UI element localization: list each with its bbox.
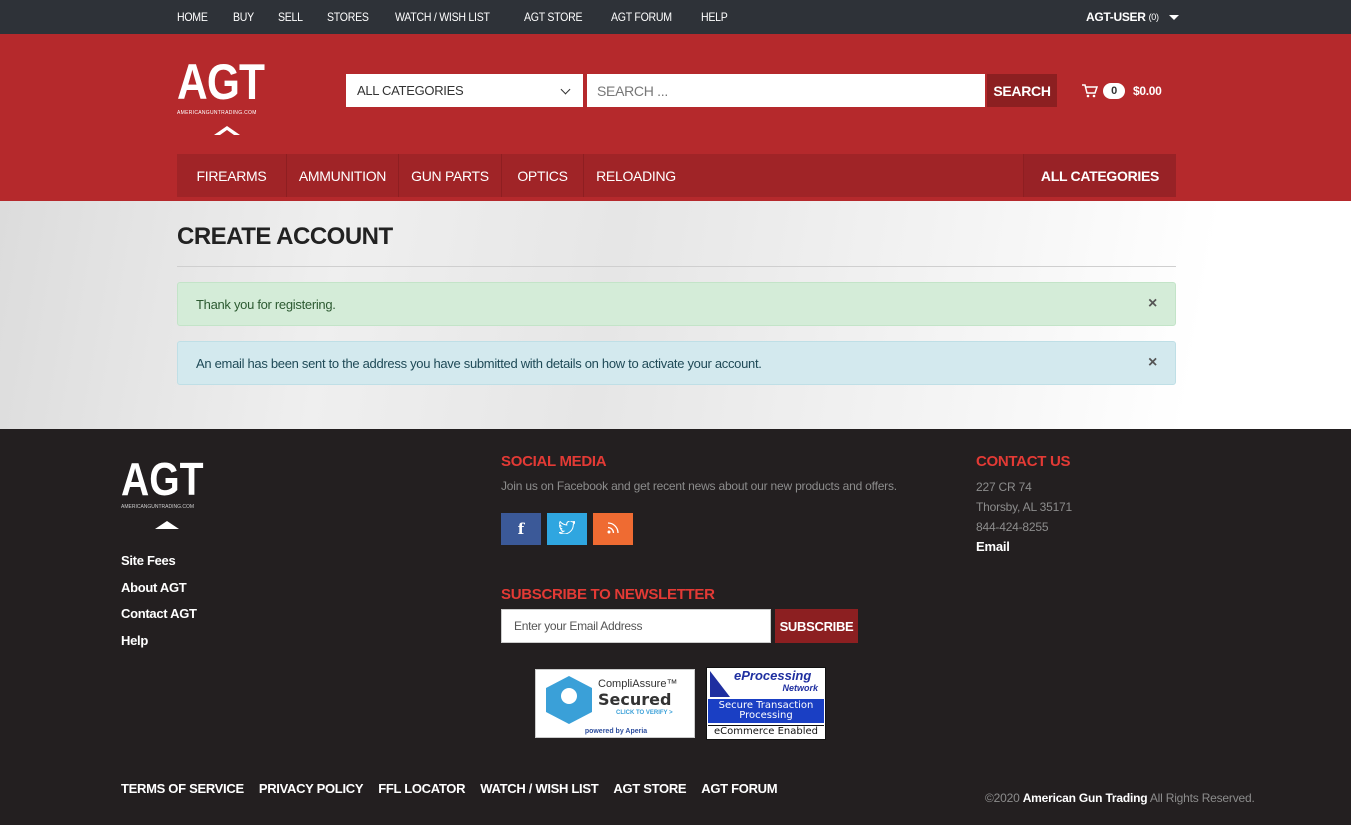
category-select-value: ALL CATEGORIES: [357, 83, 464, 98]
info-alert-text: An email has been sent to the address yo…: [196, 355, 762, 371]
eprocessing-name: eProcessing: [734, 668, 812, 683]
footer-links: Site Fees About AGT Contact AGT Help: [121, 553, 197, 659]
newsletter-title: SUBSCRIBE TO NEWSLETTER: [501, 586, 715, 603]
compliassure-secured: Secured: [598, 690, 672, 709]
user-name: AGT-USER: [1086, 10, 1146, 24]
user-menu[interactable]: AGT-USER (0): [1086, 0, 1179, 34]
footer-logo-text: AGT: [121, 453, 204, 505]
logo-chevron-icon: [214, 126, 240, 135]
email-link[interactable]: Email: [976, 537, 1072, 557]
user-count: (0): [1148, 12, 1159, 22]
search-input[interactable]: SEARCH ...: [587, 74, 985, 107]
close-icon[interactable]: ×: [1148, 354, 1157, 372]
nav-ammunition[interactable]: AMMUNITION: [287, 154, 399, 197]
copyright-rights: All Rights Reserved.: [1149, 791, 1255, 805]
top-nav: HOME BUY SELL STORES WATCH / WISH LIST A…: [177, 0, 752, 34]
compliassure-shield-icon: [546, 676, 592, 724]
bottom-link-ffl-locator[interactable]: FFL LOCATOR: [378, 781, 465, 796]
newsletter-email-placeholder: Enter your Email Address: [514, 619, 643, 633]
caret-down-icon: [1168, 14, 1179, 20]
chevron-down-icon: [560, 84, 571, 95]
eprocessing-network: Network: [782, 683, 818, 693]
bottom-link-agt-store[interactable]: AGT STORE: [613, 781, 686, 796]
eprocessing-logo-icon: [710, 671, 730, 697]
twitter-button[interactable]: [547, 513, 587, 545]
footer-logo[interactable]: AGT AMERICANGUNTRADING.COM: [121, 451, 221, 533]
compliassure-powered: powered by Aperia: [584, 728, 648, 735]
compliassure-badge[interactable]: CompliAssure™ Secured CLICK TO VERIFY > …: [535, 669, 695, 738]
logo-text: AGT: [177, 54, 265, 110]
title-divider: [177, 266, 1176, 267]
logo-chevron-icon: [155, 521, 179, 529]
contact-us-title: CONTACT US: [976, 453, 1071, 470]
eprocessing-enabled: eCommerce Enabled: [708, 725, 824, 738]
cart-total: $0.00: [1133, 84, 1162, 98]
top-nav-help[interactable]: HELP: [701, 10, 728, 24]
eprocessing-secure: Secure Transaction Processing: [708, 699, 824, 723]
top-nav-sell[interactable]: SELL: [278, 10, 303, 24]
compliassure-brand: CompliAssure™: [598, 678, 678, 690]
cart-count-badge: 0: [1103, 83, 1125, 99]
cart-icon: [1082, 84, 1099, 98]
top-nav-watch-list[interactable]: WATCH / WISH LIST: [395, 10, 490, 24]
main-content: CREATE ACCOUNT Thank you for registering…: [0, 201, 1351, 429]
eprocessing-header: eProcessing Network: [708, 669, 824, 699]
bottom-link-terms[interactable]: TERMS OF SERVICE: [121, 781, 244, 796]
address-line-2: Thorsby, AL 35171: [976, 500, 1072, 514]
compliassure-verify: CLICK TO VERIFY >: [616, 710, 673, 716]
social-media-text: Join us on Facebook and get recent news …: [501, 479, 897, 493]
top-nav-agt-forum[interactable]: AGT FORUM: [611, 10, 672, 24]
contact-info: 227 CR 74 Thorsby, AL 35171 844-424-8255…: [976, 477, 1072, 557]
footer-link-about[interactable]: About AGT: [121, 580, 197, 607]
nav-gun-parts[interactable]: GUN PARTS: [399, 154, 502, 197]
social-buttons: f: [501, 513, 633, 545]
rss-icon: [607, 521, 619, 538]
social-media-title: SOCIAL MEDIA: [501, 453, 607, 470]
bottom-nav: TERMS OF SERVICE PRIVACY POLICY FFL LOCA…: [121, 781, 792, 796]
subscribe-button[interactable]: SUBSCRIBE: [775, 609, 858, 643]
top-nav-agt-store[interactable]: AGT STORE: [524, 10, 583, 24]
address-line-1: 227 CR 74: [976, 480, 1032, 494]
page-title: CREATE ACCOUNT: [177, 223, 393, 250]
eprocessing-badge[interactable]: eProcessing Network Secure Transaction P…: [706, 667, 826, 740]
copyright: ©2020 American Gun Trading All Rights Re…: [985, 791, 1255, 805]
search-placeholder: SEARCH ...: [597, 82, 668, 99]
rss-button[interactable]: [593, 513, 633, 545]
search-button[interactable]: SEARCH: [987, 74, 1057, 107]
bottom-link-agt-forum[interactable]: AGT FORUM: [701, 781, 777, 796]
phone-number: 844-424-8255: [976, 520, 1049, 534]
copyright-year: ©2020: [985, 791, 1020, 805]
top-nav-home[interactable]: HOME: [177, 10, 208, 24]
category-select[interactable]: ALL CATEGORIES: [346, 74, 583, 107]
footer-link-help[interactable]: Help: [121, 633, 197, 660]
facebook-button[interactable]: f: [501, 513, 541, 545]
footer: AGT AMERICANGUNTRADING.COM Site Fees Abo…: [0, 429, 1351, 825]
nav-optics[interactable]: OPTICS: [502, 154, 584, 197]
nav-firearms[interactable]: FIREARMS: [177, 154, 287, 197]
close-icon[interactable]: ×: [1148, 295, 1157, 313]
header: AGT AMERICANGUNTRADING.COM ALL CATEGORIE…: [0, 34, 1351, 201]
footer-link-site-fees[interactable]: Site Fees: [121, 553, 197, 580]
site-logo[interactable]: AGT AMERICANGUNTRADING.COM: [177, 52, 277, 138]
cart[interactable]: 0 $0.00: [1082, 81, 1162, 101]
facebook-icon: f: [517, 520, 525, 538]
newsletter-email-input[interactable]: Enter your Email Address: [501, 609, 771, 643]
top-nav-stores[interactable]: STORES: [327, 10, 369, 24]
nav-all-categories[interactable]: ALL CATEGORIES: [1023, 154, 1176, 197]
twitter-icon: [558, 519, 577, 538]
footer-link-contact[interactable]: Contact AGT: [121, 606, 197, 633]
bottom-link-watch-list[interactable]: WATCH / WISH LIST: [480, 781, 598, 796]
nav-reloading[interactable]: RELOADING: [584, 154, 688, 197]
copyright-brand[interactable]: American Gun Trading: [1023, 791, 1148, 805]
bottom-link-privacy[interactable]: PRIVACY POLICY: [259, 781, 364, 796]
success-alert: Thank you for registering. ×: [177, 282, 1176, 326]
top-nav-buy[interactable]: BUY: [233, 10, 254, 24]
top-bar: HOME BUY SELL STORES WATCH / WISH LIST A…: [0, 0, 1351, 34]
main-nav: FIREARMS AMMUNITION GUN PARTS OPTICS REL…: [177, 154, 1176, 197]
success-alert-text: Thank you for registering.: [196, 296, 336, 312]
info-alert: An email has been sent to the address yo…: [177, 341, 1176, 385]
